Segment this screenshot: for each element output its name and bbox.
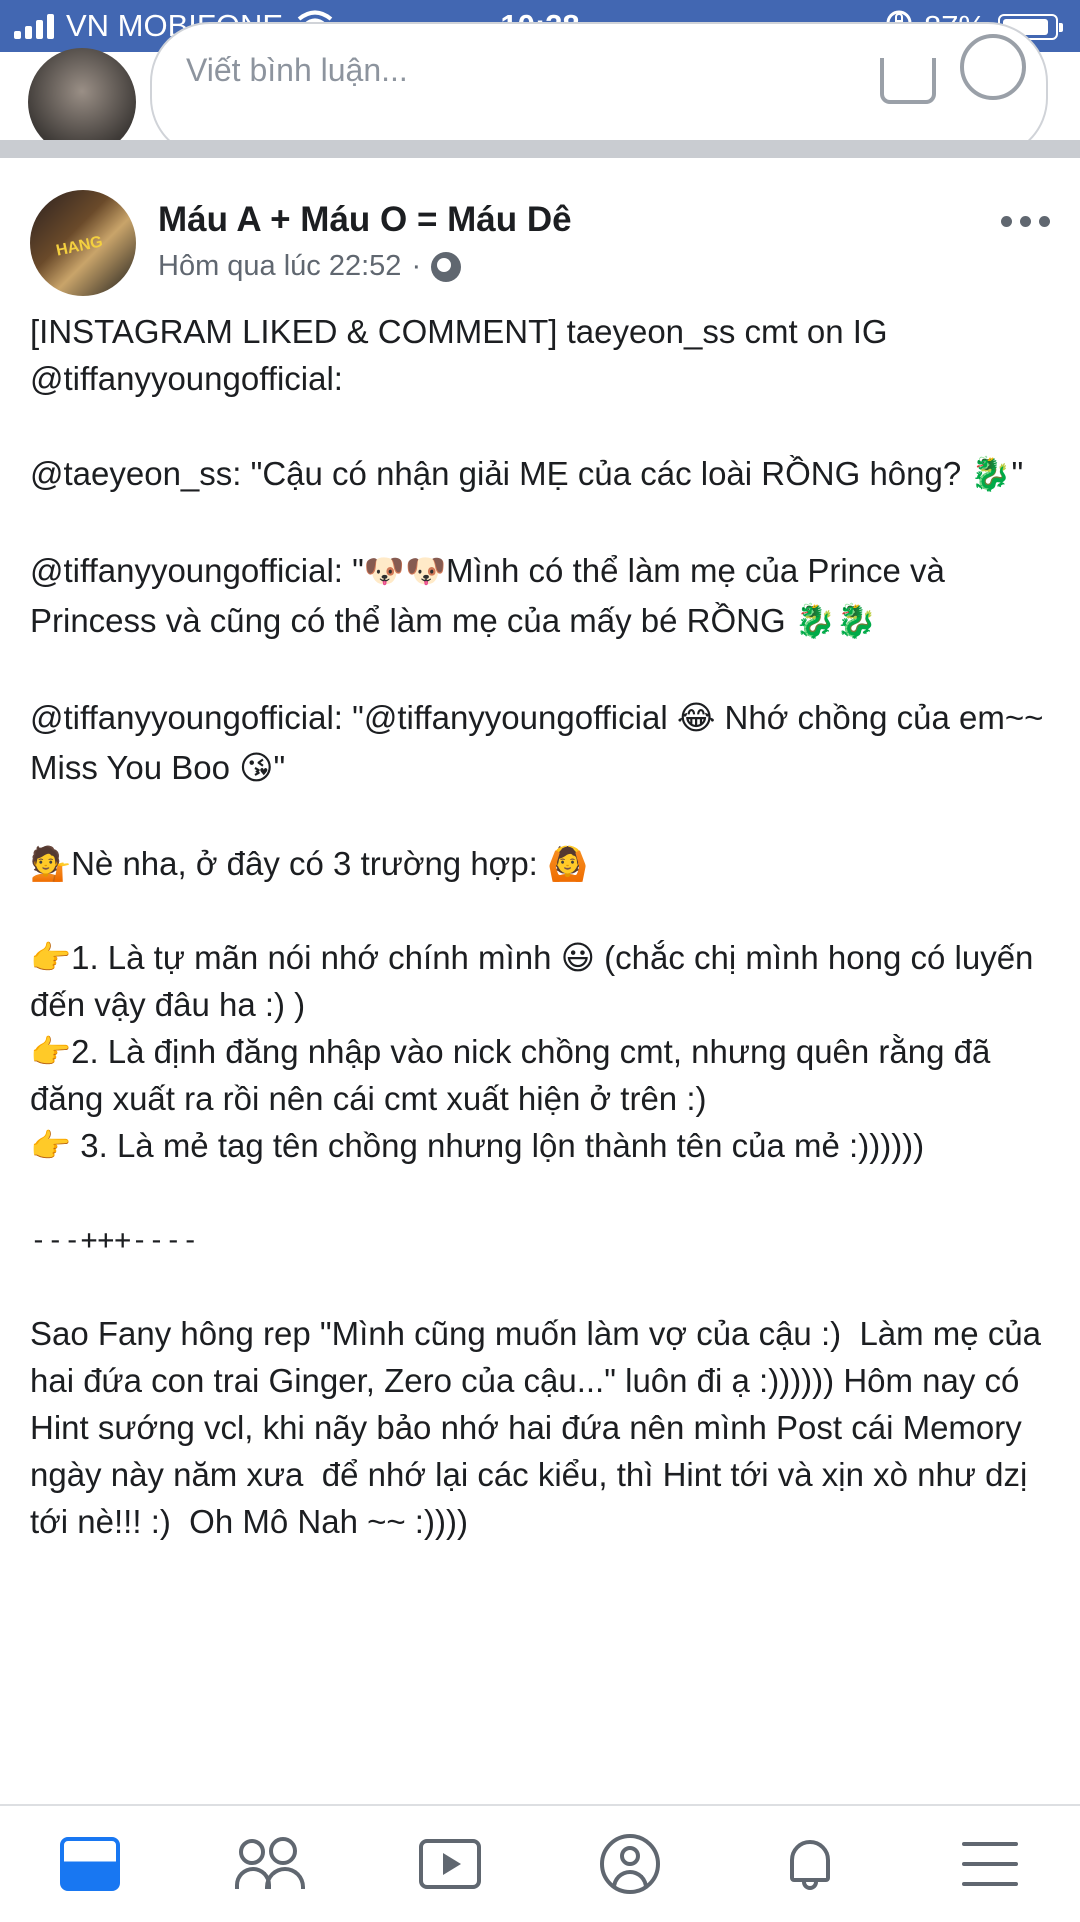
post-paragraph: 👉1. Là tự mãn nói nhớ chính mình 😃 (chắc…: [30, 939, 1043, 1023]
post-paragraph: [INSTAGRAM LIKED & COMMENT] taeyeon_ss c…: [30, 313, 897, 397]
profile-icon: [600, 1834, 660, 1894]
nav-notifications[interactable]: [765, 1824, 855, 1904]
post-meta: Hôm qua lúc 22:52 ·: [158, 250, 462, 283]
post-paragraph: 💁Nè nha, ở đây có 3 trường hợp: 🙆: [30, 845, 589, 882]
author-name[interactable]: Máu A + Máu O = Máu Dê: [158, 200, 572, 240]
friends-icon: [235, 1837, 305, 1891]
post-paragraph: @taeyeon_ss: "Cậu có nhận giải MẸ của cá…: [30, 455, 1024, 492]
comment-composer: Viết bình luận...: [0, 22, 1080, 158]
avatar-logo: HANG: [54, 233, 105, 260]
watch-icon: [419, 1839, 481, 1889]
more-options-icon[interactable]: [1001, 216, 1050, 227]
author-avatar[interactable]: HANG: [30, 190, 136, 296]
nav-watch[interactable]: [405, 1824, 495, 1904]
nav-menu[interactable]: [945, 1824, 1035, 1904]
nav-profile[interactable]: [585, 1824, 675, 1904]
menu-icon: [962, 1842, 1018, 1886]
feed-divider: [0, 140, 1080, 158]
post-timestamp[interactable]: Hôm qua lúc 22:52: [158, 250, 401, 283]
post-separator: ---+++----: [30, 1223, 199, 1256]
post-paragraph: Sao Fany hông rep "Mình cũng muốn làm vợ…: [30, 1315, 1051, 1540]
post-paragraph: @tiffanyyoungofficial: "🐶🐶Mình có thể là…: [30, 552, 955, 639]
comment-input[interactable]: Viết bình luận...: [150, 22, 1048, 158]
nav-friends[interactable]: [225, 1824, 315, 1904]
bell-icon: [784, 1836, 836, 1892]
post-paragraph: 👉2. Là định đăng nhập vào nick chồng cmt…: [30, 1033, 1000, 1117]
emoji-icon[interactable]: [960, 34, 1026, 100]
post-paragraph: @tiffanyyoungofficial: "@tiffanyyoungoff…: [30, 699, 1053, 786]
globe-icon: [431, 251, 462, 282]
news-feed-icon: [60, 1837, 120, 1891]
post-text: [INSTAGRAM LIKED & COMMENT] taeyeon_ss c…: [30, 308, 1050, 1545]
bottom-nav: [0, 1804, 1080, 1922]
meta-separator: ·: [411, 250, 422, 282]
comment-placeholder: Viết bình luận...: [186, 52, 408, 88]
camera-icon[interactable]: [880, 58, 936, 104]
post-paragraph: 👉 3. Là mẻ tag tên chồng nhưng lộn thành…: [30, 1127, 925, 1164]
post: HANG Máu A + Máu O = Máu Dê Hôm qua lúc …: [0, 158, 1080, 1804]
nav-news-feed[interactable]: [45, 1824, 135, 1904]
